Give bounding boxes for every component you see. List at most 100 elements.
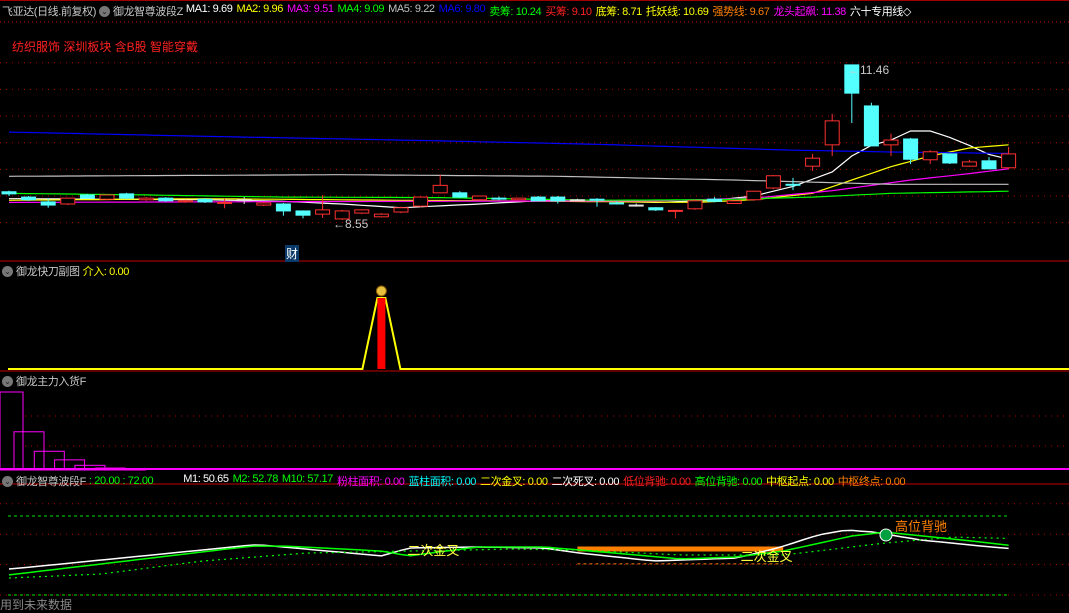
panel2-value: 介入: 0.00 <box>82 266 130 278</box>
candle <box>413 196 429 208</box>
accumulation-bar <box>33 450 65 471</box>
ma-value: MA5: 9.22 <box>388 3 435 15</box>
candle-body <box>177 200 193 203</box>
panel2-title[interactable]: 御龙快刀副图 <box>16 263 80 279</box>
indicator-value: 高位背驰: 0.00 <box>694 476 763 488</box>
candle <box>354 209 370 215</box>
indicator-value: 二次死叉: 0.00 <box>551 476 620 488</box>
indicator-value: 二次金叉: 0.00 <box>480 476 548 488</box>
candle-body <box>295 210 311 216</box>
candle-body <box>1 191 17 195</box>
candle-body <box>687 200 703 210</box>
candle-body <box>805 157 821 167</box>
stock-title: 飞亚达(日线.前复权) <box>2 6 96 18</box>
candle-body <box>197 198 213 203</box>
candle-body <box>942 153 958 164</box>
candle-body <box>511 197 527 201</box>
candle-body <box>138 197 154 201</box>
candle-body <box>922 151 938 161</box>
ma-value: 六十专用线◇ <box>849 6 911 18</box>
candle <box>452 191 468 199</box>
finance-badge[interactable]: 财 <box>285 245 300 262</box>
candle-body <box>883 139 899 146</box>
high-price-label: ←11.46 <box>848 63 890 77</box>
candle-body <box>961 161 977 167</box>
panel3-title[interactable]: 御龙主力入货F <box>16 373 86 389</box>
candle-body <box>1001 153 1017 169</box>
candle-body <box>530 196 546 202</box>
candle-body <box>413 196 429 207</box>
candle-body <box>354 209 370 214</box>
candle <box>393 206 409 214</box>
candle-body <box>119 193 135 199</box>
indicator-value: 低位背驰: 0.00 <box>623 476 691 488</box>
candle-body <box>569 199 585 202</box>
candle-body <box>785 183 801 186</box>
chevron-down-icon[interactable]: ⌄ <box>2 475 13 487</box>
candle-body <box>628 204 644 207</box>
candle <box>746 190 762 201</box>
ma-value: MA6: 9.80 <box>438 3 486 15</box>
candle-body <box>79 194 95 199</box>
candle <box>961 159 977 167</box>
candle <box>21 196 37 201</box>
candle <box>491 196 507 201</box>
candle <box>824 113 840 157</box>
ma-value: 底筹: 8.71 <box>595 6 643 18</box>
ma-value: 龙头起飙: 11.38 <box>773 6 846 18</box>
candle-body <box>60 197 76 205</box>
ma-value: MA4: 9.09 <box>337 3 385 15</box>
ma-value: 托妖线: 10.69 <box>645 6 709 18</box>
candle <box>726 200 742 205</box>
chevron-down-icon[interactable]: ⌄ <box>98 5 110 17</box>
ma-value: 卖筹: 10.24 <box>489 6 542 18</box>
panel4-title[interactable]: 御龙智尊波段F <box>16 473 86 489</box>
candle <box>60 197 76 206</box>
candle-body <box>648 207 664 211</box>
panel2-header: ⌄ 御龙快刀副图 介入: 0.00 <box>2 261 132 281</box>
indicator-value: 蓝柱面积: 0.00 <box>408 476 477 488</box>
candle-body <box>609 202 625 205</box>
candle <box>432 174 448 194</box>
candle <box>256 202 272 207</box>
main-header: 飞亚达(日线.前复权) ⌄ 御龙智尊波段Z MA1: 9.69 MA2: 9.96… <box>2 1 918 21</box>
candle <box>1 190 17 197</box>
candle-body <box>491 197 507 200</box>
chevron-down-icon[interactable]: ⌄ <box>2 265 13 277</box>
entry-spike-bar <box>377 298 386 369</box>
money-bag-icon <box>375 285 387 297</box>
low-price-label: ←8.55 <box>333 217 369 231</box>
candle <box>589 198 605 207</box>
candle-body <box>824 120 840 146</box>
candle <box>550 196 566 204</box>
ma-line-ma2 <box>8 144 1009 204</box>
panel4-levels: : 20.00 : 72.00 <box>88 475 154 487</box>
candle <box>236 197 252 205</box>
panel4-values: M1: 50.65 M2: 52.78 M10: 57.17 粉柱面积: 0.00 蓝柱… <box>183 473 909 489</box>
indicator-value: M2: 52.78 <box>232 473 279 485</box>
chart-canvas: 二次金叉 二次金叉 高位背驰 <box>0 0 1069 596</box>
signal-label: 二次金叉 <box>407 543 459 559</box>
candle <box>707 197 723 203</box>
candle-body <box>373 213 389 218</box>
candle-body <box>903 138 919 160</box>
indicator-name[interactable]: 御龙智尊波段Z <box>113 3 183 19</box>
candle <box>805 153 821 171</box>
candle-body <box>236 199 252 202</box>
candle <box>138 197 154 201</box>
ma-value: 强势线: 9.67 <box>712 6 770 18</box>
candle <box>373 213 389 218</box>
candle-body <box>863 105 879 147</box>
candle <box>1001 146 1017 169</box>
panel3-header: ⌄ 御龙主力入货F <box>2 371 89 391</box>
candle <box>530 196 546 202</box>
candle <box>99 194 115 201</box>
candle-body <box>746 190 762 201</box>
candle <box>79 193 95 199</box>
candle <box>158 197 174 202</box>
panel4-header: ⌄ 御龙智尊波段F : 20.00 : 72.00 M1: 50.65 M2: 5… <box>2 471 912 491</box>
ma-value: MA2: 9.96 <box>236 3 283 15</box>
indicator-value: M10: 57.17 <box>281 473 333 485</box>
chevron-down-icon[interactable]: ⌄ <box>2 375 13 387</box>
indicator-value: 中枢起点: 0.00 <box>766 476 834 488</box>
